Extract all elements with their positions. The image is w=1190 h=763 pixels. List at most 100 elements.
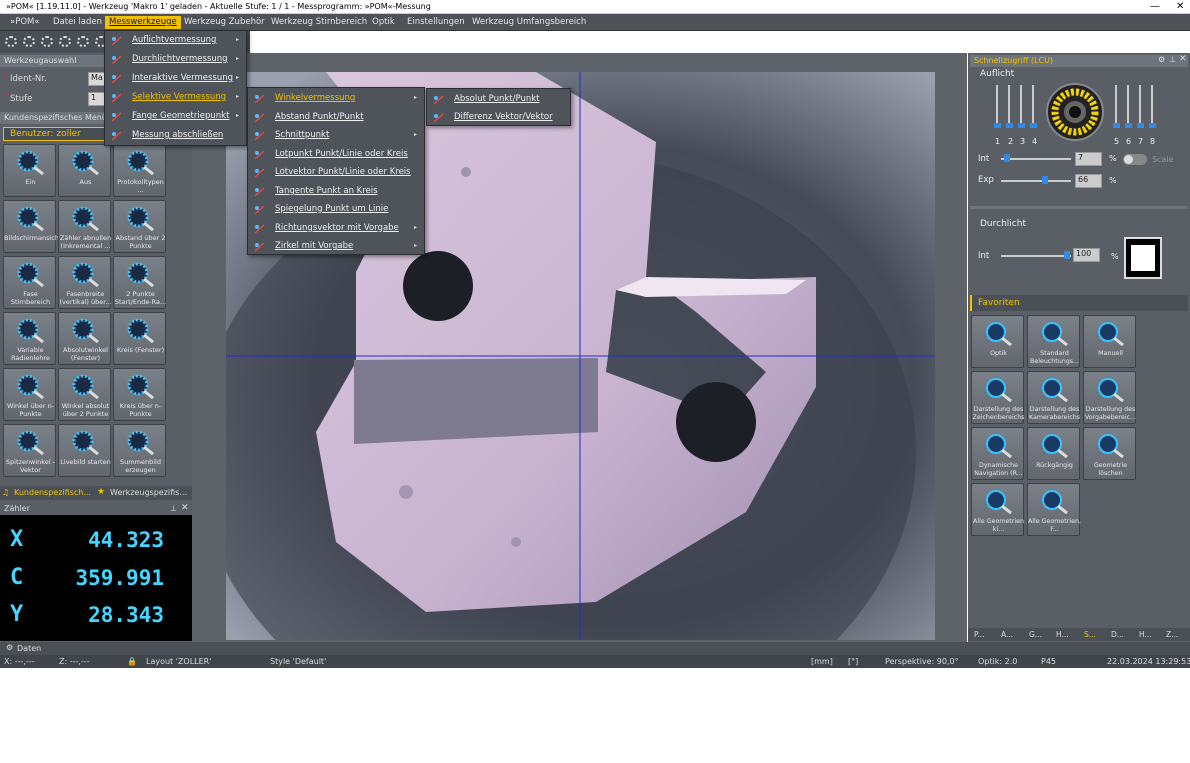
int-slider[interactable]	[1001, 158, 1071, 160]
light-segment-icon[interactable]	[23, 36, 35, 47]
right-tab-active[interactable]: S...	[1084, 630, 1096, 639]
right-tab[interactable]: Z...	[1166, 630, 1178, 639]
minimize-button[interactable]: —	[1150, 0, 1160, 14]
menu-werkzeug-zubehoer[interactable]: Werkzeug Zubehör	[184, 16, 265, 29]
light-segment-icon[interactable]	[77, 36, 89, 47]
light-segment-icon[interactable]	[59, 36, 71, 47]
light-segment-slider[interactable]	[1127, 85, 1129, 125]
light-segment-icon[interactable]	[5, 36, 17, 47]
light-segment-slider[interactable]	[1020, 85, 1022, 125]
right-tab[interactable]: A...	[1001, 630, 1013, 639]
pin-icon[interactable]: ⊥	[170, 504, 177, 513]
menu_selective-item[interactable]: Lotvektor Punkt/Linie oder Kreis	[248, 163, 424, 181]
durchlicht-slider[interactable]	[1001, 255, 1071, 257]
menu_selective-item[interactable]: Spiegelung Punkt um Linie	[248, 200, 424, 218]
tile-light-on[interactable]: Ein	[3, 144, 56, 197]
menu-einstellungen[interactable]: Einstellungen	[407, 16, 465, 29]
light-segment-slider[interactable]	[1139, 85, 1141, 125]
int-input[interactable]: 7	[1075, 152, 1102, 166]
menu-messwerkzeuge[interactable]: Messwerkzeuge	[105, 16, 181, 29]
menu_selective-item[interactable]: Schnittpunkt ▸	[248, 126, 424, 144]
menu_selective-item[interactable]: Winkelvermessung ▸	[248, 89, 424, 107]
right-tab[interactable]: G...	[1029, 630, 1042, 639]
pin-icon[interactable]: ⊥	[1169, 55, 1176, 64]
menu_measure-item[interactable]: Interaktive Vermessung ▸	[105, 69, 246, 87]
right-tab[interactable]: H...	[1056, 630, 1069, 639]
menu-werkzeug-stirnbereich[interactable]: Werkzeug Stirnbereich	[271, 16, 367, 29]
right-tab[interactable]: D...	[1111, 630, 1124, 639]
tile-light-off[interactable]: Aus	[58, 144, 111, 197]
light-segment-slider[interactable]	[1115, 85, 1117, 125]
tile-zero-counter[interactable]: Zähler abnullen (Inkremental ...	[58, 200, 111, 253]
tile-two-points[interactable]: 2 Punkte Start/Ende-Ra...	[113, 256, 166, 309]
menu-datei-laden[interactable]: Datei laden	[53, 16, 102, 29]
favorite-delete-geometry[interactable]: Geometrie löschen	[1083, 427, 1136, 480]
menu_selective-item[interactable]: Tangente Punkt an Kreis	[248, 182, 424, 200]
close-button[interactable]: ✕	[1176, 0, 1184, 14]
menu-optik[interactable]: Optik	[372, 16, 395, 29]
tile-circle-window[interactable]: Kreis (Fenster)	[113, 312, 166, 365]
tile-chamfer-width[interactable]: Fasenbreite (vertikal) über...	[58, 256, 111, 309]
light-segment-slider[interactable]	[1008, 85, 1010, 125]
favorite-zoom[interactable]: Optik	[971, 315, 1024, 368]
backlight-preview[interactable]	[1124, 237, 1162, 279]
favorite-navigation[interactable]: Dynamische Navigation (R...	[971, 427, 1024, 480]
tile-absolute-angle[interactable]: Absolutwinkel (Fenster)	[58, 312, 111, 365]
tile-angle-absolute[interactable]: Winkel absolut über 2 Punkte	[58, 368, 111, 421]
tile-camera[interactable]: Bildschirmansicht	[3, 200, 62, 253]
menu_measure-item[interactable]: Auflichtvermessung ▸	[105, 31, 246, 49]
menu-werkzeug-umfangsbereich[interactable]: Werkzeug Umfangsbereich	[472, 16, 586, 29]
right-tab[interactable]: H...	[1139, 630, 1152, 639]
favorite-camera-area[interactable]: Darstellung des Kamerabereichs	[1027, 371, 1080, 424]
gear-icon[interactable]: ⚙	[1158, 55, 1165, 64]
menu_selective-item[interactable]: Lotpunkt Punkt/Linie oder Kreis	[248, 145, 424, 163]
tile-live-image[interactable]: Livebild starten	[58, 424, 111, 477]
menu_measure-item[interactable]: Selektive Vermessung ▸	[105, 88, 246, 106]
tile-label: Bildschirmansicht	[4, 234, 62, 242]
durchlicht-input[interactable]: 100	[1073, 248, 1100, 262]
tile-distance[interactable]: Abstand über 2 Punkte	[113, 200, 166, 253]
favorite-drawing-area[interactable]: Darstellung des Zeichenbereichs	[971, 371, 1024, 424]
light-segment-slider[interactable]	[996, 85, 998, 125]
menu-pom[interactable]: »POM«	[10, 16, 40, 29]
favorite-manual-light[interactable]: Manuell	[1083, 315, 1136, 368]
light-segment-slider[interactable]	[1151, 85, 1153, 125]
durchlicht-slider-knob[interactable]	[1064, 251, 1070, 259]
close-icon[interactable]: ✕	[1179, 54, 1187, 64]
tab-werkzeugspezifisch[interactable]: Werkzeugspezifis...	[110, 488, 187, 497]
menu_measure-item[interactable]: Durchlichtvermessung ▸	[105, 50, 246, 68]
menu_angle-item[interactable]: Differenz Vektor/Vektor	[427, 108, 570, 126]
tab-daten[interactable]: Daten	[17, 644, 41, 653]
close-icon[interactable]: ✕	[181, 503, 189, 513]
favorite-delete-all-f[interactable]: Alle Geometrien, F...	[1027, 483, 1081, 536]
exp-input[interactable]: 66	[1075, 174, 1102, 188]
tile-point-angle[interactable]: Spitzenwinkel - Vektor	[3, 424, 56, 477]
tile-chamfer[interactable]: Fase Stirnbereich	[3, 256, 56, 309]
ring-light-icon[interactable]	[1044, 83, 1106, 141]
tile-circle-n-points[interactable]: Kreis über n-Punkte	[113, 368, 166, 421]
light-segment-icon[interactable]	[41, 36, 53, 47]
light-segment-slider[interactable]	[1032, 85, 1034, 125]
menu_angle-item[interactable]: Absolut Punkt/Punkt	[427, 90, 570, 108]
menu_selective-item[interactable]: Richtungsvektor mit Vorgabe ▸	[248, 219, 424, 237]
favorite-label: Optik	[990, 350, 1007, 357]
tile-radius-gauge[interactable]: Variable Radienlehre	[3, 312, 56, 365]
sum-image-icon	[126, 429, 156, 456]
tile-sum-image[interactable]: Summenbild erzeugen	[113, 424, 166, 477]
menu_measure-item[interactable]: Messung abschließen	[105, 126, 246, 144]
favorite-preset-area[interactable]: Darstellung des Vorgabebereic...	[1083, 371, 1136, 424]
exp-slider[interactable]	[1001, 180, 1071, 182]
tile-printer[interactable]: Protokolltypen ...	[113, 144, 166, 197]
menu_measure-item[interactable]: Fange Geometriepunkt ▸	[105, 107, 246, 125]
favorite-delete-all[interactable]: Alle Geometrien ki...	[971, 483, 1024, 536]
submenu-arrow-icon: ▸	[236, 112, 240, 119]
tile-angle-n-points[interactable]: Winkel über n-Punkte	[3, 368, 56, 421]
right-tab[interactable]: P...	[974, 630, 985, 639]
menu_selective-item[interactable]: Zirkel mit Vorgabe ▸	[248, 237, 424, 255]
tab-kundenspezifisch[interactable]: Kundenspezifisch...	[14, 488, 91, 497]
exp-slider-knob[interactable]	[1042, 176, 1048, 184]
int-slider-knob[interactable]	[1004, 154, 1010, 162]
menu_selective-item[interactable]: Abstand Punkt/Punkt	[248, 108, 424, 126]
favorite-standard-light[interactable]: Standard Beleuchtungs...	[1027, 315, 1080, 368]
favorite-undo[interactable]: Rückgängig	[1027, 427, 1080, 480]
